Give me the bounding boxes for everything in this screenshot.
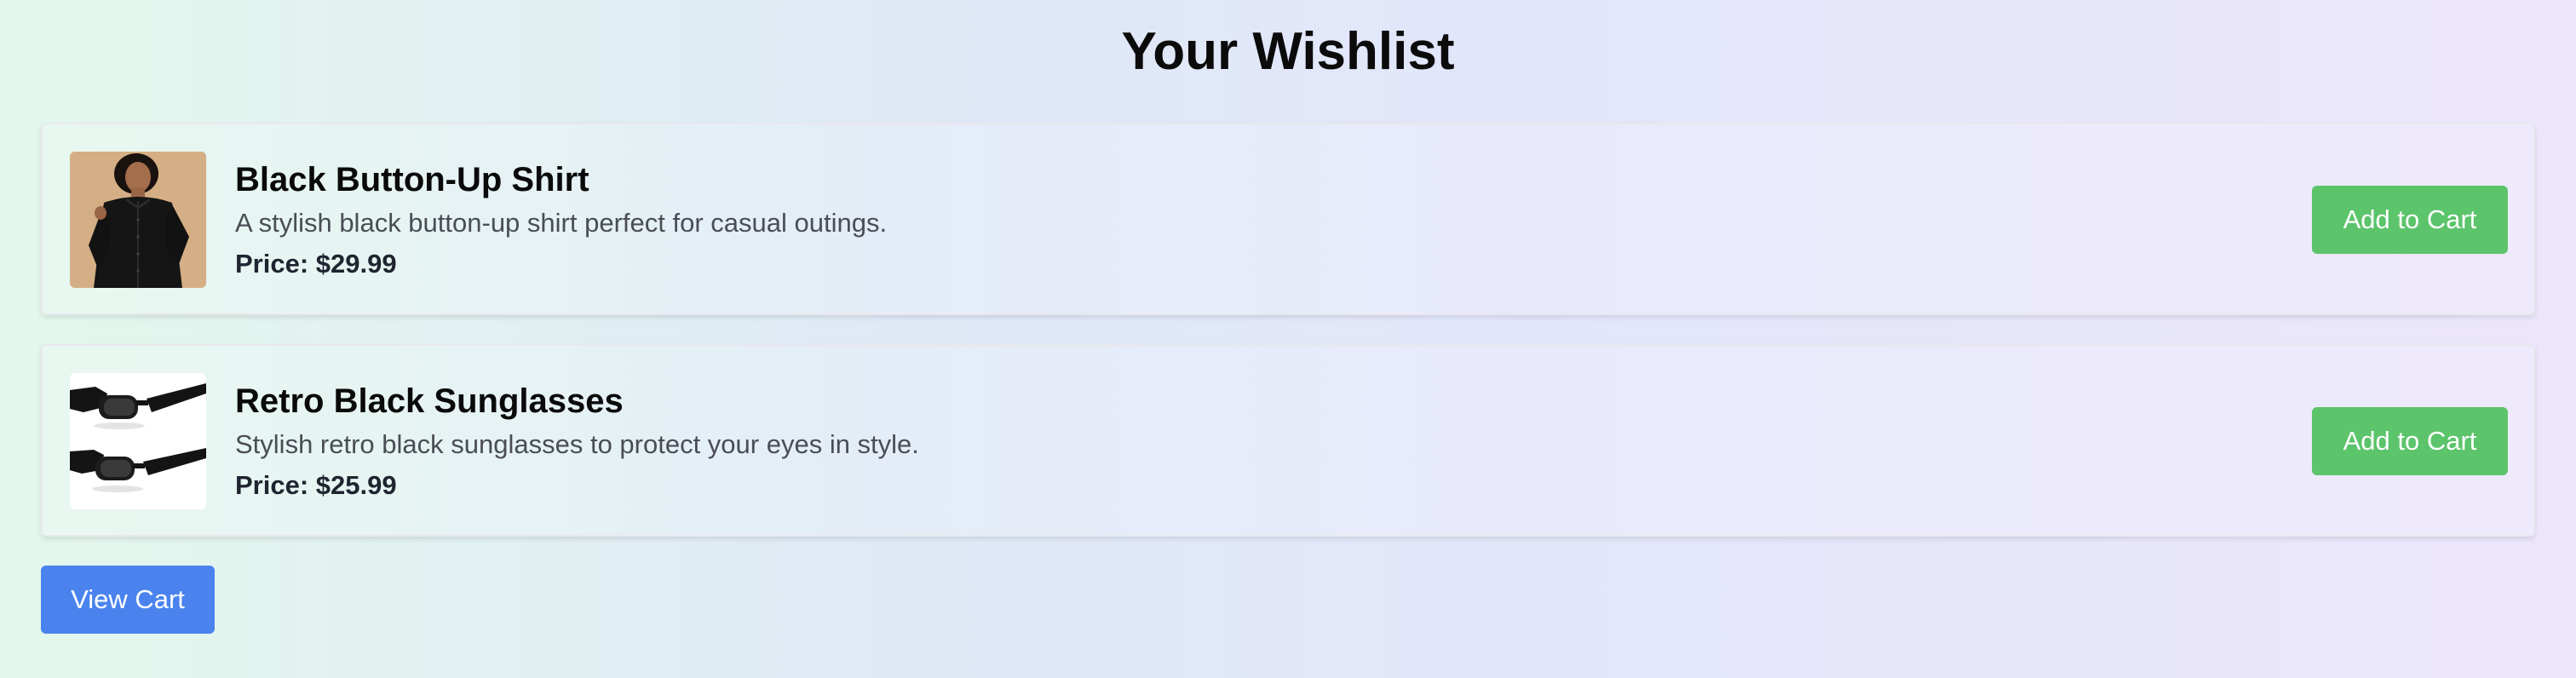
add-to-cart-button[interactable]: Add to Cart: [2312, 186, 2508, 254]
wishlist-item: Black Button-Up Shirt A stylish black bu…: [41, 123, 2535, 315]
add-to-cart-button[interactable]: Add to Cart: [2312, 407, 2508, 475]
item-description: Stylish retro black sunglasses to protec…: [235, 429, 919, 459]
item-price: Price: $29.99: [235, 249, 397, 279]
wishlist-item: Retro Black Sunglasses Stylish retro bla…: [41, 344, 2535, 537]
sunglasses-photo-icon: [70, 373, 206, 509]
view-cart-button[interactable]: View Cart: [41, 566, 215, 634]
item-name: Retro Black Sunglasses: [235, 382, 624, 420]
shirt-photo-icon: [70, 152, 206, 288]
page-title: Your Wishlist: [1121, 22, 1455, 81]
item-name: Black Button-Up Shirt: [235, 161, 589, 198]
item-description: A stylish black button-up shirt perfect …: [235, 208, 888, 238]
item-price: Price: $25.99: [235, 470, 397, 500]
